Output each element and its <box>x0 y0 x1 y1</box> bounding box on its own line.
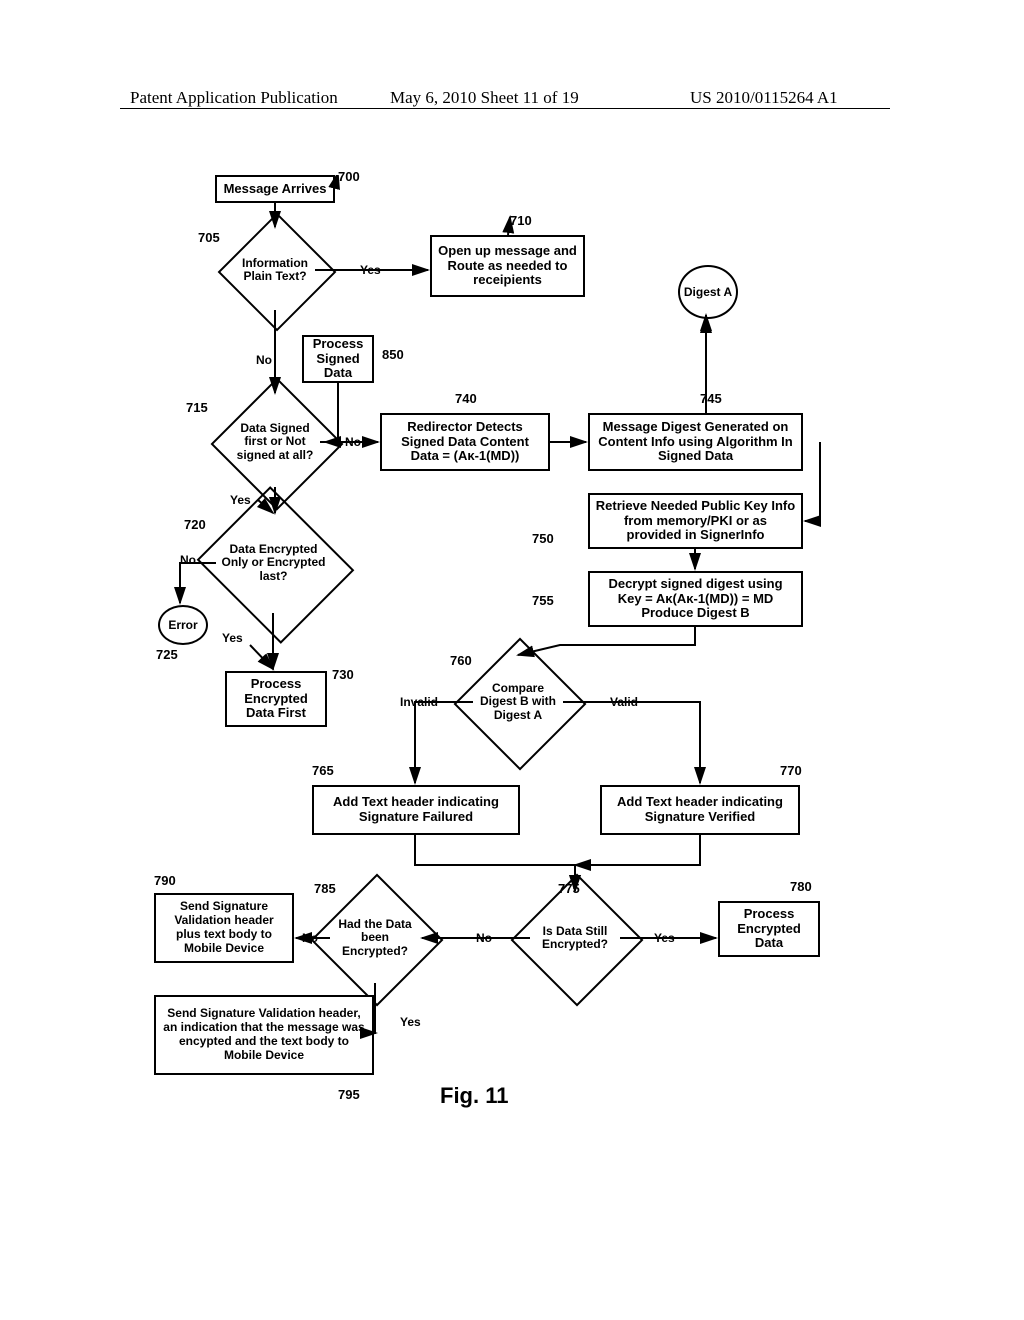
label-yes-715: Yes <box>230 493 251 507</box>
node-open-route: Open up message and Route as needed to r… <box>430 235 585 297</box>
ref-720: 720 <box>184 517 206 532</box>
label-yes-720: Yes <box>222 631 243 645</box>
ref-745: 745 <box>700 391 722 406</box>
ref-725: 725 <box>156 647 178 662</box>
node-sig-failed: Add Text header indicating Signature Fai… <box>312 785 520 835</box>
node-send-header-encrypted-text: Send Signature Validation header, an ind… <box>154 995 374 1075</box>
node-data-encrypted-only: Data Encrypted Only or Encrypted last? <box>216 513 331 613</box>
header-center: May 6, 2010 Sheet 11 of 19 <box>390 88 579 108</box>
label-yes-775: Yes <box>654 931 675 945</box>
label-no-785: No <box>302 931 318 945</box>
ref-715: 715 <box>186 400 208 415</box>
ref-775: 775 <box>558 881 580 896</box>
label-no-715: No <box>345 435 361 449</box>
node-error: Error <box>158 605 208 645</box>
ref-700: 700 <box>338 169 360 184</box>
ref-705: 705 <box>198 230 220 245</box>
label-no-775: No <box>476 931 492 945</box>
label-valid: Valid <box>610 695 638 709</box>
node-info-plain-text: Information Plain Text? <box>235 230 315 310</box>
ref-765: 765 <box>312 763 334 778</box>
header-right: US 2010/0115264 A1 <box>690 88 838 108</box>
node-decrypt-digest: Decrypt signed digest using Key = Aᴋ(Aᴋ-… <box>588 571 803 627</box>
node-process-signed-data: Process Signed Data <box>302 335 374 383</box>
node-process-encrypted: Process Encrypted Data <box>718 901 820 957</box>
ref-785: 785 <box>314 881 336 896</box>
node-message-arrives: Message Arrives <box>215 175 335 203</box>
ref-730: 730 <box>332 667 354 682</box>
ref-740: 740 <box>455 391 477 406</box>
node-process-encrypted-first: Process Encrypted Data First <box>225 671 327 727</box>
figure-label: Fig. 11 <box>440 1083 508 1109</box>
node-still-encrypted: Is Data Still Encrypted? <box>530 893 620 983</box>
node-digest-a: Digest A <box>678 265 738 319</box>
ref-850: 850 <box>382 347 404 362</box>
node-send-header-text: Send Signature Validation header plus te… <box>154 893 294 963</box>
node-sig-verified: Add Text header indicating Signature Ver… <box>600 785 800 835</box>
label-yes-785: Yes <box>400 1015 421 1029</box>
node-data-signed-first: Data Signed first or Not signed at all? <box>230 397 320 487</box>
ref-780: 780 <box>790 879 812 894</box>
node-had-been-encrypted: Had the Data been Encrypted? <box>330 893 420 983</box>
header-left: Patent Application Publication <box>130 88 338 108</box>
ref-760: 760 <box>450 653 472 668</box>
ref-750: 750 <box>532 531 554 546</box>
label-invalid: Invalid <box>400 695 438 709</box>
ref-770: 770 <box>780 763 802 778</box>
ref-790: 790 <box>154 873 176 888</box>
ref-710: 710 <box>510 213 532 228</box>
node-compare-digest: Compare Digest B with Digest A <box>473 657 563 747</box>
flowchart: Message Arrives 700 Information Plain Te… <box>160 175 880 1195</box>
node-redirector-detects: Redirector Detects Signed Data Content D… <box>380 413 550 471</box>
header-rule <box>120 108 890 109</box>
node-retrieve-public-key: Retrieve Needed Public Key Info from mem… <box>588 493 803 549</box>
label-yes-705: Yes <box>360 263 381 277</box>
label-no-705: No <box>256 353 272 367</box>
ref-755: 755 <box>532 593 554 608</box>
ref-795: 795 <box>338 1087 360 1102</box>
node-message-digest-generated: Message Digest Generated on Content Info… <box>588 413 803 471</box>
label-no-720: No <box>180 553 196 567</box>
